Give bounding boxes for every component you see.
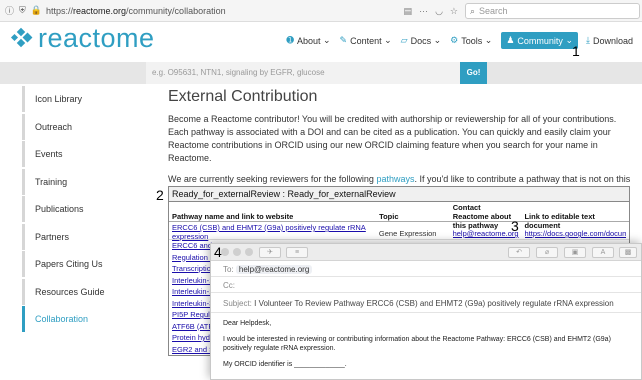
to-field[interactable]: To: help@reactome.org — [211, 261, 641, 277]
more-actions-icon[interactable]: ··· — [419, 6, 428, 16]
reader-view-icon[interactable]: ▤ — [404, 6, 413, 17]
site-search-input[interactable]: e.g. O95631, NTN1, signaling by EGFR, gl… — [146, 62, 460, 84]
pathway-link[interactable]: PI5P Regula — [169, 309, 213, 321]
marker-2: 2 — [156, 187, 164, 203]
zoom-window-button[interactable] — [245, 248, 253, 256]
sidebar-item-partners[interactable]: Partners — [22, 223, 142, 250]
nav-docs[interactable]: ▱ Docs ⌄ — [401, 35, 442, 46]
pathway-link[interactable]: ERCC6 (CSB) and EHMT2 (G9a) positively r… — [172, 223, 366, 241]
shield-icon[interactable]: ⛨ — [19, 5, 26, 16]
mail-toolbar: ✈ ≡ ↶ ⌀ ▣ A ▩ — [211, 244, 641, 261]
pathways-link[interactable]: pathways — [376, 174, 414, 184]
intro-paragraph: Become a Reactome contributor! You will … — [168, 114, 617, 163]
sidebar-item-icon-library[interactable]: Icon Library — [22, 86, 142, 112]
site-search-bar: e.g. O95631, NTN1, signaling by EGFR, gl… — [0, 62, 642, 84]
nav-community[interactable]: ♟ Community ⌄ — [501, 32, 578, 49]
marker-1: 1 — [572, 43, 580, 59]
sidebar-item-publications[interactable]: Publications — [22, 196, 142, 222]
sidebar-item-papers-citing-us[interactable]: Papers Citing Us — [22, 251, 142, 277]
font-icon[interactable]: A — [592, 247, 614, 258]
minimize-window-button[interactable] — [233, 248, 241, 256]
sidebar-item-resources-guide[interactable]: Resources Guide — [22, 278, 142, 305]
search-icon: ⌕ — [470, 5, 476, 16]
contact-email-link[interactable]: help@reactome.org — [453, 223, 519, 238]
book-icon: ▱ — [400, 35, 408, 45]
go-button[interactable]: Go! — [460, 62, 487, 84]
send-icon[interactable]: ✈ — [259, 247, 281, 258]
marker-3: 3 — [511, 218, 519, 234]
page-info-icon[interactable]: ⓘ — [5, 4, 14, 17]
table-title: Ready_for_externalReview : Ready_for_ext… — [169, 187, 629, 202]
pathway-link[interactable]: EGR2 and S — [169, 344, 213, 356]
mail-compose-window: ✈ ≡ ↶ ⌀ ▣ A ▩ To: help@reactome.org Cc: … — [210, 243, 642, 380]
sidebar-item-outreach[interactable]: Outreach — [22, 113, 142, 140]
site-logo-text[interactable]: reactome — [38, 23, 155, 54]
sidebar: Icon Library Outreach Events Training Pu… — [22, 86, 142, 334]
pathway-link[interactable]: Regulation a — [169, 252, 213, 264]
main-nav: ➊ About ⌄ ✎ Content ⌄ ▱ Docs ⌄ ⚙ Tools ⌄ ♟ Co… — [286, 32, 642, 49]
nav-content[interactable]: ✎ Content ⌄ — [340, 35, 392, 46]
lock-icon: 🔒 — [30, 5, 42, 15]
browser-toolbar: ⓘ ⛨ 🔒 https://reactome.org/community/col… — [0, 0, 642, 22]
pathway-link[interactable]: Transcription — [169, 263, 213, 275]
mail-body-text: I would be interested in reviewing or co… — [223, 336, 611, 352]
table-header: Pathway name and link to website Topic C… — [169, 202, 629, 230]
subject-field[interactable]: Subject: I Volunteer To Review Pathway E… — [211, 293, 641, 313]
pathway-link[interactable]: Interleukin-1 — [169, 275, 213, 287]
sidebar-item-collaboration[interactable]: Collaboration — [22, 306, 142, 332]
mail-greeting: Dear Helpdesk, — [223, 320, 272, 327]
topic-cell: Gene Expression — [378, 229, 437, 238]
header-pathway: Pathway name and link to website — [172, 212, 294, 221]
recipient-chip[interactable]: help@reactome.org — [235, 265, 313, 274]
pathway-link[interactable]: Interleukin-1 — [169, 286, 213, 298]
nav-download[interactable]: ⤓ Download — [586, 35, 633, 46]
pathway-link[interactable]: ATF6B (ATF — [169, 321, 213, 333]
close-window-button[interactable] — [221, 248, 229, 256]
photo-icon[interactable]: ▩ — [619, 247, 637, 258]
nav-tools[interactable]: ⚙ Tools ⌄ — [450, 35, 492, 46]
info-icon: ➊ — [286, 35, 294, 45]
header-topic: Topic — [379, 212, 399, 221]
community-icon: ♟ — [506, 35, 515, 45]
site-header: reactome ➊ About ⌄ ✎ Content ⌄ ▱ Docs ⌄ ⚙ To… — [0, 22, 642, 62]
pocket-icon[interactable]: ◡ — [435, 6, 443, 17]
mail-body[interactable]: Dear Helpdesk, I would be interested in … — [211, 313, 641, 369]
bookmark-star-icon[interactable]: ☆ — [450, 6, 458, 17]
page-title: External Contribution — [168, 88, 318, 105]
pathway-link[interactable]: Interleukin-3 — [169, 298, 213, 310]
header-fields-icon[interactable]: ≡ — [286, 247, 308, 258]
tools-icon: ⚙ — [450, 35, 459, 45]
marker-4: 4 — [214, 244, 222, 260]
document-link[interactable]: https://docs.google.com/documen — [525, 223, 626, 238]
attach-icon[interactable]: ⌀ — [536, 247, 558, 258]
sidebar-item-events[interactable]: Events — [22, 141, 142, 167]
header-doc: Link to editable text document — [524, 212, 595, 230]
pathway-link[interactable]: Protein hydr — [169, 332, 213, 344]
cc-field[interactable]: Cc: — [211, 277, 641, 293]
browser-search-input[interactable]: ⌕ Search — [465, 3, 640, 19]
reply-icon[interactable]: ↶ — [508, 247, 530, 258]
nav-about[interactable]: ➊ About ⌄ — [286, 35, 330, 46]
download-icon: ⤓ — [585, 35, 590, 45]
sidebar-item-training[interactable]: Training — [22, 168, 142, 195]
table-row: ERCC6 (CSB) and EHMT2 (G9a) positively r… — [169, 222, 629, 241]
reactome-logo-icon[interactable] — [10, 26, 34, 50]
pathway-link[interactable]: ERCC6 and — [169, 240, 213, 252]
edit-icon: ✎ — [339, 35, 348, 45]
mail-orcid-line: My ORCID identifier is _____________. — [223, 361, 347, 368]
url-bar[interactable]: https://reactome.org/community/collabora… — [46, 6, 226, 16]
format-icon[interactable]: ▣ — [564, 247, 586, 258]
